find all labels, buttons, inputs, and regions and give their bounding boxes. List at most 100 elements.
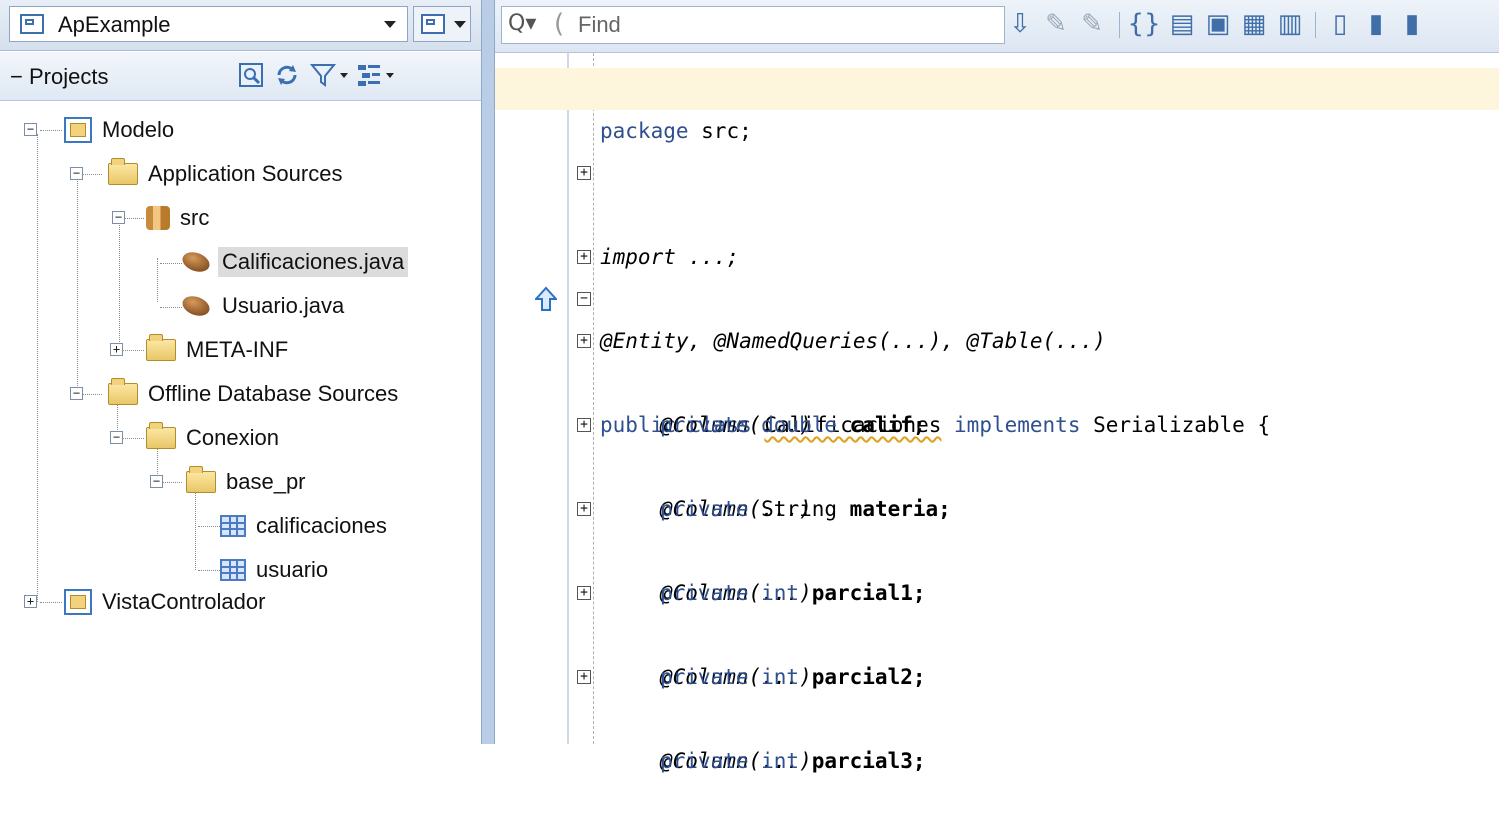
highlight-icon[interactable]: ✎ — [1039, 6, 1073, 42]
project-icon — [64, 589, 92, 615]
chevron-down-icon[interactable] — [384, 21, 396, 28]
implements-arrow-icon[interactable] — [535, 286, 557, 312]
folder-icon — [186, 466, 216, 493]
application-name: ApExample — [58, 12, 171, 37]
tree-item-label: Application Sources — [148, 161, 343, 186]
application-menu-icon — [421, 14, 445, 34]
java-bean-icon — [179, 292, 213, 320]
download-icon[interactable]: ⇩ — [1003, 6, 1037, 42]
code-template-icon[interactable]: ▤ — [1165, 6, 1199, 42]
expand-fold-icon[interactable]: + — [577, 418, 591, 432]
projects-header: − Projects — [0, 52, 481, 101]
previous-bookmark-icon[interactable]: ▮ — [1395, 6, 1429, 42]
code-line-column-annotation[interactable]: + @Column(...) — [495, 656, 1499, 773]
code-line-import[interactable]: + import ...; — [495, 152, 1499, 269]
projects-title[interactable]: − Projects — [10, 64, 108, 90]
working-sets-icon[interactable] — [356, 62, 382, 88]
tree-item-base-pr[interactable]: − base_pr — [146, 462, 310, 502]
expand-icon[interactable]: + — [24, 595, 37, 608]
search-icon[interactable]: Q▾ — [508, 11, 552, 39]
tree-item-modelo[interactable]: − Modelo — [24, 110, 178, 150]
working-sets-dropdown-icon[interactable] — [386, 73, 394, 78]
editor-toolbar: Q▾ ( ⇩ ✎ ✎ {} ▤ ▣ ▦ ▥ ▯ ▮ ▮ — [495, 0, 1499, 53]
tree-item-offline-database-sources[interactable]: − Offline Database Sources — [66, 374, 402, 414]
tree-item-application-sources[interactable]: − Application Sources — [66, 154, 346, 194]
table-icon — [220, 515, 246, 537]
expand-fold-icon[interactable]: + — [577, 250, 591, 264]
next-bookmark-icon[interactable]: ▮ — [1359, 6, 1393, 42]
tree-item-usuario-java[interactable]: Usuario.java — [179, 286, 348, 326]
find-input[interactable] — [576, 9, 990, 41]
expand-fold-icon[interactable]: + — [577, 586, 591, 600]
expand-fold-icon[interactable]: + — [577, 166, 591, 180]
collapse-icon[interactable]: − — [110, 431, 123, 444]
tree-item-label: VistaControlador — [102, 589, 266, 614]
code-line-column-annotation[interactable]: + @Column(...) — [495, 488, 1499, 605]
code-line-field-parcial3[interactable]: private int parcial3; — [495, 698, 1499, 773]
tree-connector — [198, 570, 220, 571]
collapse-icon[interactable]: − — [70, 167, 83, 180]
code-line-field-materia[interactable]: private String materia; — [495, 446, 1499, 521]
find-box[interactable]: Q▾ ( — [501, 6, 1005, 44]
code-line-field-parcial1[interactable]: private int parcial1; — [495, 530, 1499, 605]
tree-item-label: Offline Database Sources — [148, 381, 399, 406]
tree-item-src[interactable]: − src — [106, 198, 213, 238]
code-line-column-annotation[interactable]: + @Column(...) — [495, 404, 1499, 521]
keyword-package: package — [600, 119, 689, 143]
code-line-column-annotation[interactable]: + @Column(...) — [495, 320, 1499, 437]
find-in-tree-icon[interactable] — [238, 62, 264, 88]
braces-icon[interactable]: {} — [1127, 6, 1161, 42]
code-line-package[interactable]: package src; — [495, 68, 1499, 143]
expand-fold-icon[interactable]: + — [577, 670, 591, 684]
refresh-icon[interactable] — [274, 62, 300, 88]
tree-item-label: META-INF — [186, 337, 289, 362]
field-name: parcial3; — [811, 749, 926, 773]
tree-connector — [160, 263, 182, 264]
collapse-icon[interactable]: − — [24, 123, 37, 136]
panel-splitter[interactable] — [481, 0, 495, 744]
tree-item-label: Modelo — [102, 117, 175, 142]
application-combobox[interactable]: ApExample — [9, 6, 408, 42]
collapse-icon[interactable]: − — [112, 211, 125, 224]
tree-connector — [157, 258, 158, 302]
bookmark-icon[interactable]: ▯ — [1323, 6, 1357, 42]
project-icon — [64, 117, 92, 143]
projects-panel: ApExample − Projects − Modelo − Applicat… — [0, 0, 482, 744]
code-line-field-calif[interactable]: private double calif; — [495, 362, 1499, 437]
tree-item-meta-inf[interactable]: + META-INF — [106, 330, 292, 370]
code-line-class-declaration[interactable]: − public class Calificaciones implements… — [495, 278, 1499, 437]
field-modifier: private int — [660, 749, 812, 773]
outline-icon[interactable]: ▥ — [1273, 6, 1307, 42]
tree-item-calificaciones-table[interactable]: calificaciones — [220, 506, 391, 546]
tree-connector — [37, 134, 38, 602]
expand-fold-icon[interactable]: + — [577, 334, 591, 348]
tree-connector — [77, 174, 78, 398]
projects-title-label: Projects — [28, 64, 109, 89]
code-line-field-parcial2[interactable]: private int parcial2; — [495, 614, 1499, 689]
expand-fold-icon[interactable]: + — [577, 502, 591, 516]
tree-item-conexion[interactable]: − Conexion — [106, 418, 283, 458]
tree-item-calificaciones-java[interactable]: Calificaciones.java — [179, 242, 409, 282]
filter-icon[interactable] — [310, 62, 336, 88]
tree-connector — [198, 526, 220, 527]
application-menu-button[interactable] — [413, 6, 471, 42]
tree-item-vistacontrolador[interactable]: + VistaControlador — [24, 582, 269, 622]
collapse-icon[interactable]: − — [150, 475, 163, 488]
navigate-icon[interactable]: ▦ — [1237, 6, 1271, 42]
clear-highlight-icon[interactable]: ✎ — [1075, 6, 1109, 42]
code-line-annotations[interactable]: + @Entity, @NamedQueries(...), @Table(..… — [495, 236, 1499, 353]
folder-icon — [146, 334, 176, 361]
filter-dropdown-icon[interactable] — [340, 73, 348, 78]
collapse-icon[interactable]: − — [70, 387, 83, 400]
expand-icon[interactable]: + — [110, 343, 123, 356]
tree-item-label: Usuario.java — [222, 293, 345, 318]
tree-item-label: Conexion — [186, 425, 279, 450]
package-icon — [146, 206, 170, 230]
collapse-icon[interactable]: − — [10, 64, 23, 89]
collapse-fold-icon[interactable]: − — [577, 292, 591, 306]
refactor-icon[interactable]: ▣ — [1201, 6, 1235, 42]
toolbar-separator — [1119, 12, 1120, 38]
application-icon — [20, 14, 44, 34]
package-name: src; — [688, 119, 752, 143]
code-line-column-annotation[interactable]: + @Column(...) — [495, 572, 1499, 689]
